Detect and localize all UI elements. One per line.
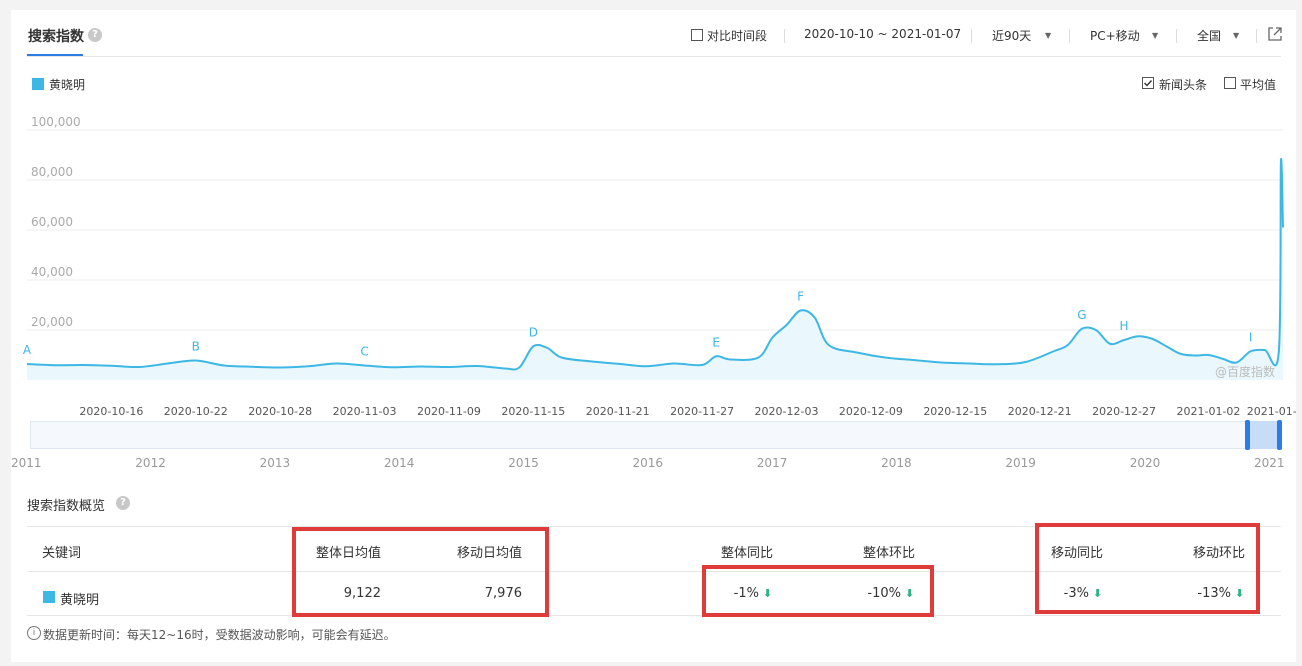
- y-tick-label: 60,000: [31, 215, 73, 229]
- news-label[interactable]: 新闻头条: [1159, 76, 1207, 93]
- compare-label[interactable]: 对比时间段: [707, 27, 767, 44]
- annotation-label: H: [1120, 319, 1129, 333]
- row-keyword: 黄晓明: [60, 593, 100, 608]
- x-tick-label: 2020-12-27: [1092, 405, 1156, 418]
- x-tick-label: 2020-12-09: [839, 405, 903, 418]
- annotation-label: E: [712, 335, 720, 349]
- average-checkbox[interactable]: [1224, 77, 1236, 89]
- compare-checkbox[interactable]: [691, 29, 703, 41]
- y-tick-label: 80,000: [31, 165, 73, 179]
- x-tick-label: 2020-11-15: [501, 405, 565, 418]
- slider-year-label: 2021: [1254, 456, 1285, 470]
- slider-year-label: 2013: [259, 456, 291, 470]
- search-index-panel: 搜索指数 ? 对比时间段 2020-10-10 ~ 2021-01-07 近90…: [11, 10, 1296, 662]
- x-tick-label: 2020-11-21: [586, 405, 650, 418]
- table-bottom-border: [27, 615, 1281, 616]
- news-checkbox[interactable]: [1142, 77, 1154, 89]
- divider: [1069, 29, 1070, 43]
- external-link-icon[interactable]: [1267, 26, 1283, 42]
- timeline-slider[interactable]: [30, 421, 1282, 449]
- col-keyword: 关键词: [42, 546, 82, 561]
- y-tick-label: 40,000: [31, 265, 73, 279]
- slider-year-label: 2011: [11, 456, 42, 470]
- info-icon: i: [27, 626, 41, 640]
- highlight-box: [1035, 523, 1260, 614]
- x-tick-label: 2020-11-03: [333, 405, 397, 418]
- chevron-down-icon[interactable]: ▼: [1233, 31, 1239, 40]
- x-tick-label: 2020-12-15: [923, 405, 987, 418]
- legend-swatch: [32, 78, 44, 90]
- update-note: 数据更新时间：每天12~16时，受数据波动影响，可能会有延迟。: [43, 628, 396, 642]
- slider-year-label: 2016: [632, 456, 664, 470]
- x-tick-label: 2021-01-07: [1247, 405, 1296, 418]
- annotation-label: I: [1249, 330, 1253, 344]
- y-tick-label: 20,000: [31, 315, 73, 329]
- slider-selection[interactable]: [1247, 421, 1281, 449]
- watermark: @百度指数: [1215, 364, 1275, 379]
- help-icon[interactable]: ?: [116, 496, 130, 510]
- annotation-label: F: [797, 290, 804, 304]
- x-tick-label: 2020-10-16: [79, 405, 143, 418]
- series-area: [27, 158, 1283, 380]
- legend-keyword[interactable]: 黄晓明: [49, 76, 85, 93]
- highlight-box: [702, 565, 934, 617]
- slider-year-label: 2017: [756, 456, 788, 470]
- chevron-down-icon[interactable]: ▼: [1152, 31, 1158, 40]
- average-label[interactable]: 平均值: [1240, 76, 1276, 93]
- tab-search-index[interactable]: 搜索指数: [28, 26, 84, 46]
- header-divider: [27, 56, 1281, 57]
- x-tick-label: 2020-12-21: [1008, 405, 1072, 418]
- x-tick-label: 2020-12-03: [755, 405, 819, 418]
- x-tick-label: 2020-10-28: [248, 405, 312, 418]
- slider-year-label: 2012: [135, 456, 166, 470]
- region-select[interactable]: 全国: [1197, 27, 1221, 44]
- slider-year-label: 2020: [1129, 456, 1161, 470]
- divider: [971, 29, 972, 43]
- divider: [1256, 29, 1257, 43]
- x-tick-label: 2020-10-22: [164, 405, 228, 418]
- slider-year-label: 2019: [1005, 456, 1036, 470]
- x-tick-label: 2021-01-02: [1176, 405, 1240, 418]
- annotation-label: C: [360, 345, 368, 359]
- device-select[interactable]: PC+移动: [1090, 27, 1140, 44]
- x-tick-label: 2020-11-09: [417, 405, 481, 418]
- col-overall-mom: 整体环比: [862, 546, 915, 561]
- overview-title: 搜索指数概览: [27, 499, 106, 514]
- annotation-label: G: [1077, 308, 1086, 322]
- slider-handle-right[interactable]: [1277, 420, 1282, 450]
- y-tick-label: 100,000: [31, 115, 81, 129]
- annotation-label: D: [529, 325, 538, 339]
- divider: [784, 29, 785, 43]
- slider-year-label: 2015: [508, 456, 539, 470]
- trend-chart: 100,000 80,000 60,000 40,000 20,000 A B C D E F G H I…: [23, 115, 1296, 418]
- annotation-label: B: [192, 340, 200, 354]
- highlight-box: [292, 527, 549, 617]
- slider-handle-left[interactable]: [1245, 420, 1250, 450]
- row-swatch: [43, 591, 55, 603]
- period-select[interactable]: 近90天: [992, 27, 1031, 44]
- col-overall-yoy: 整体同比: [720, 546, 773, 561]
- x-tick-label: 2020-11-27: [670, 405, 734, 418]
- date-range-picker[interactable]: 2020-10-10 ~ 2021-01-07: [804, 27, 961, 41]
- divider: [1176, 29, 1177, 43]
- slider-year-label: 2014: [383, 456, 415, 470]
- chevron-down-icon[interactable]: ▼: [1045, 31, 1051, 40]
- slider-year-label: 2018: [881, 456, 912, 470]
- help-icon[interactable]: ?: [88, 28, 102, 42]
- annotation-label: A: [23, 343, 32, 357]
